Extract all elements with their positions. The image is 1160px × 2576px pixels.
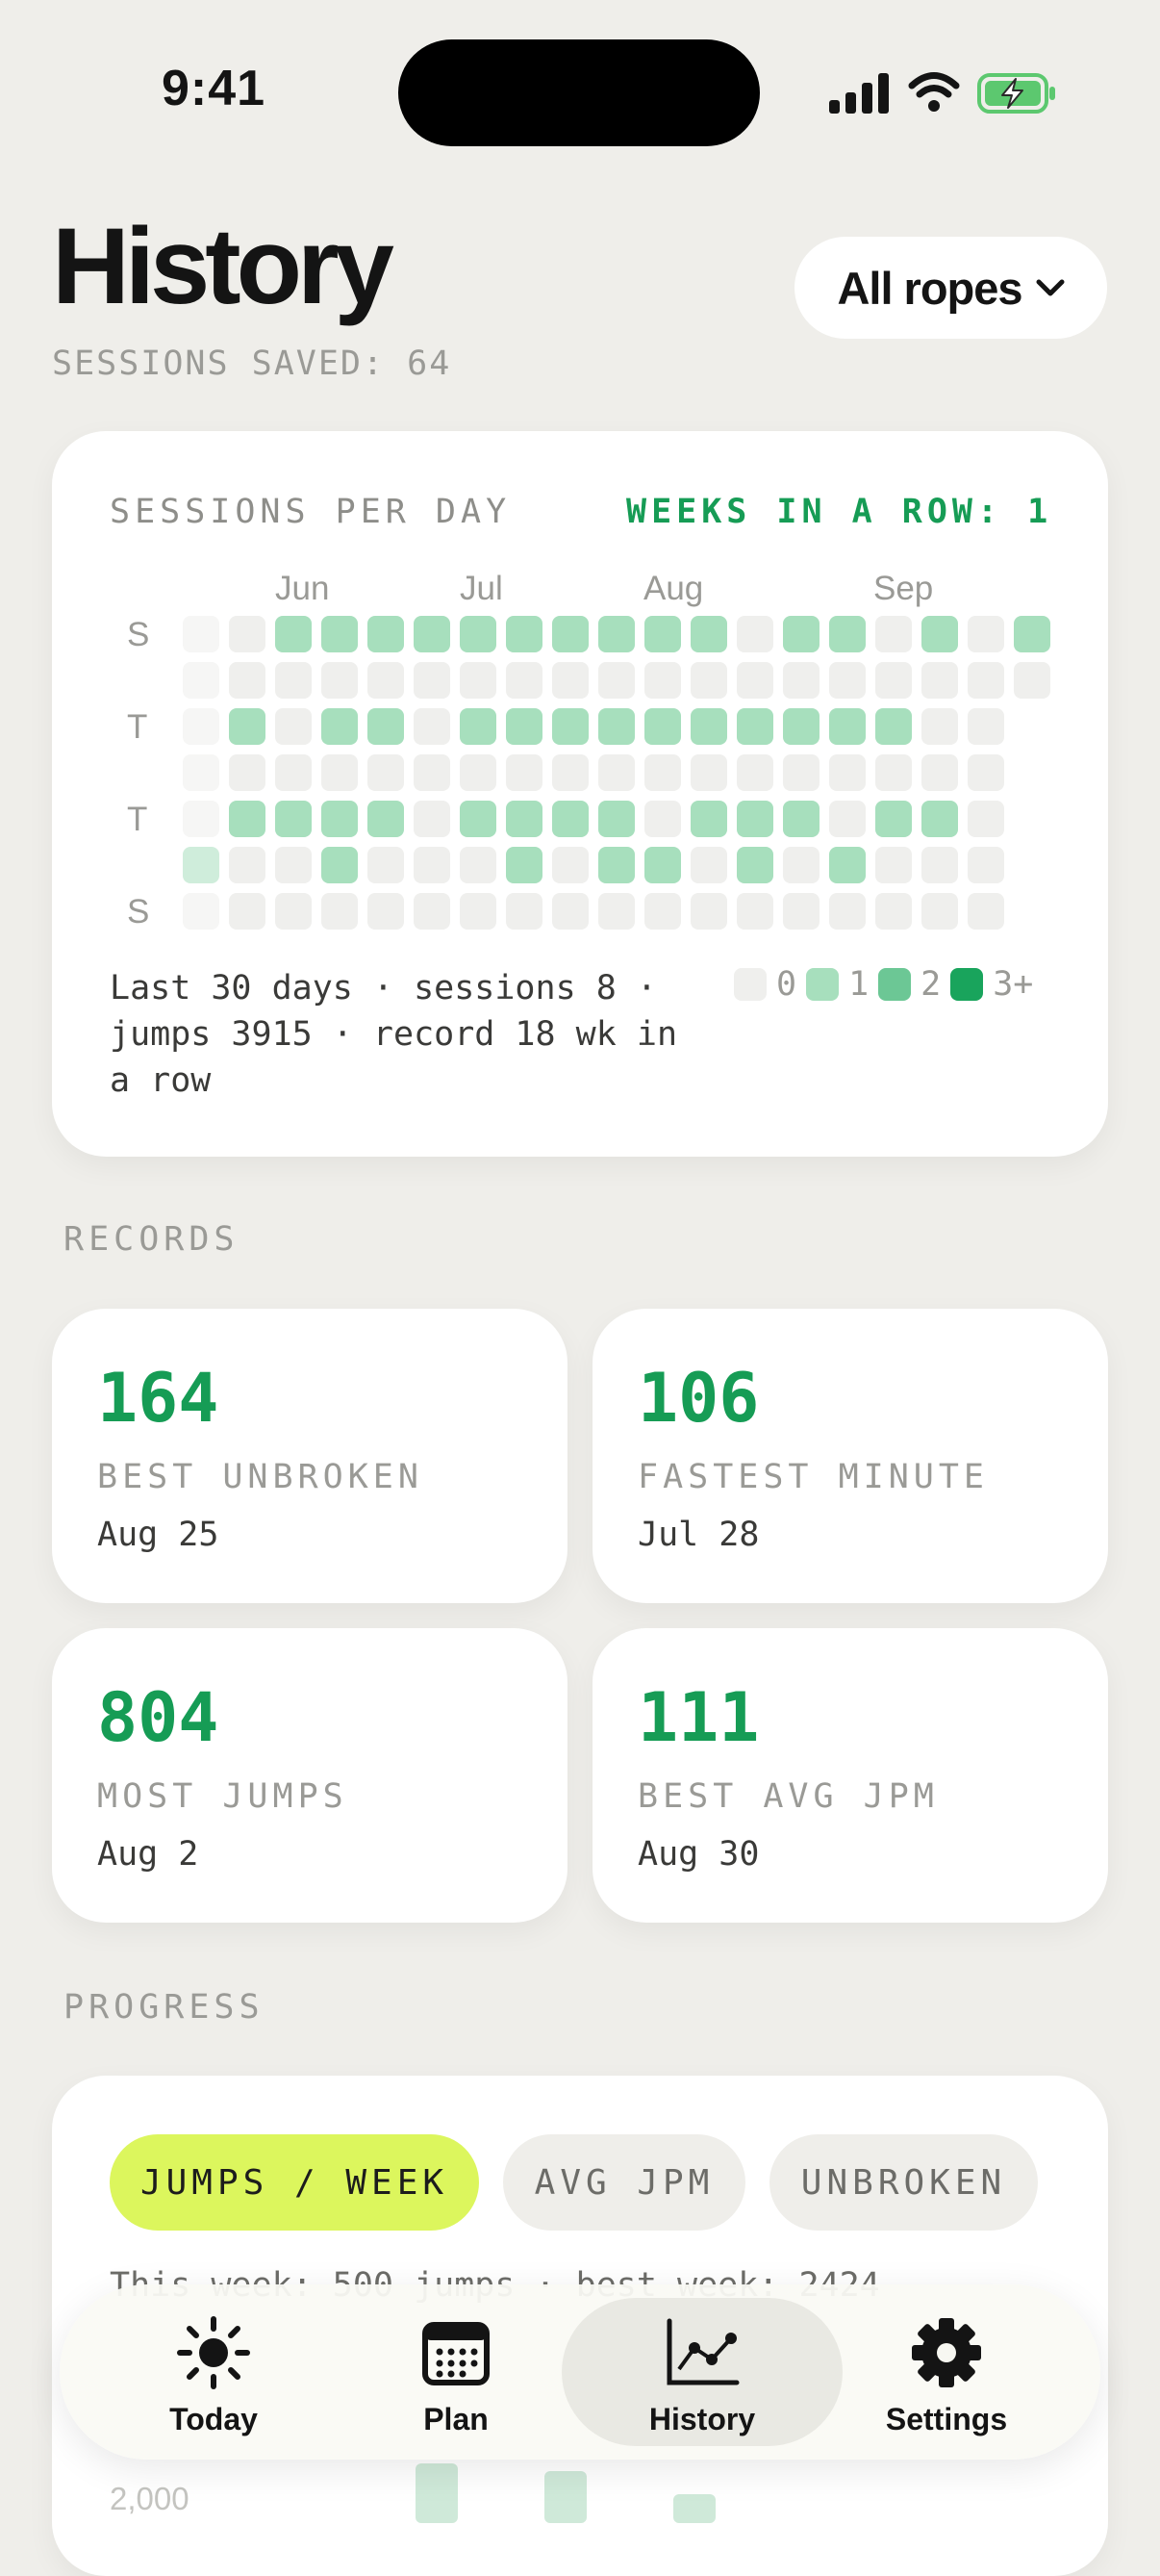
day-label: T <box>127 801 148 838</box>
day-label: T <box>127 708 148 746</box>
record-label: BEST AVG JPM <box>638 1777 939 1816</box>
legend-label: 1 <box>848 965 870 1004</box>
record-value: 164 <box>97 1359 219 1438</box>
signal-icon <box>829 73 889 114</box>
progress-section-label: PROGRESS <box>63 1988 265 2027</box>
legend-swatch <box>734 968 767 1001</box>
rope-filter-label: All ropes <box>837 262 1022 314</box>
record-label: MOST JUMPS <box>97 1777 348 1816</box>
heatmap-summary: Last 30 days · sessions 8 · jumps 3915 ·… <box>110 969 678 1100</box>
chart-bar <box>416 2463 458 2523</box>
calendar-icon <box>422 2322 490 2385</box>
tab-settings[interactable]: Settings <box>814 2298 1079 2446</box>
month-label: Sep <box>873 570 934 607</box>
streak-label: WEEKS IN A ROW: 1 <box>626 493 1053 531</box>
gear-icon <box>912 2318 981 2387</box>
dynamic-island <box>398 39 760 146</box>
tab-unbroken[interactable]: UNBROKEN <box>769 2134 1038 2231</box>
records-section-label: RECORDS <box>63 1220 240 1259</box>
sessions-saved: SESSIONS SAVED: 64 <box>52 344 452 383</box>
heatmap-title: SESSIONS PER DAY <box>110 493 512 531</box>
record-label: FASTEST MINUTE <box>638 1458 990 1496</box>
record-card-best-unbroken[interactable] <box>52 1309 567 1603</box>
heatmap-legend: 0 1 2 3+ <box>734 965 1033 1004</box>
battery-charging-icon <box>977 73 1055 114</box>
tab-label: Settings <box>885 2402 1008 2436</box>
tab-today[interactable]: Today <box>81 2298 346 2446</box>
chart-bar <box>673 2494 716 2523</box>
legend-swatch <box>806 968 840 1001</box>
legend-label: 0 <box>776 965 797 1004</box>
month-label: Jun <box>275 570 330 607</box>
month-label: Jul <box>460 570 503 607</box>
chart-bar <box>544 2471 587 2523</box>
tab-label: Plan <box>423 2402 489 2436</box>
record-date: Aug 2 <box>97 1835 199 1874</box>
wifi-icon <box>908 72 960 112</box>
rope-filter-button[interactable]: All ropes <box>794 237 1107 339</box>
record-date: Aug 30 <box>638 1835 760 1874</box>
month-label: Aug <box>643 570 704 607</box>
record-value: 804 <box>97 1678 219 1757</box>
record-card-best-avg-jpm[interactable] <box>593 1628 1108 1923</box>
tab-plan[interactable]: Plan <box>323 2298 589 2446</box>
legend-swatch <box>878 968 912 1001</box>
record-value: 106 <box>638 1359 760 1438</box>
chart-line-icon <box>667 2318 740 2385</box>
record-date: Jul 28 <box>638 1516 760 1554</box>
tab-jumps-week[interactable]: JUMPS / WEEK <box>110 2134 479 2231</box>
page-title: History <box>52 206 394 326</box>
legend-label: 2 <box>920 965 942 1004</box>
legend-label: 3+ <box>993 965 1034 1004</box>
legend-swatch <box>950 968 984 1001</box>
status-time: 9:41 <box>162 61 266 116</box>
day-label: S <box>127 616 150 653</box>
record-date: Aug 25 <box>97 1516 219 1554</box>
sun-icon <box>177 2316 250 2389</box>
record-value: 111 <box>638 1678 760 1757</box>
record-card-fastest-minute[interactable] <box>593 1309 1108 1603</box>
tab-history[interactable]: History <box>562 2298 843 2446</box>
tab-avg-jpm[interactable]: AVG JPM <box>503 2134 745 2231</box>
record-label: BEST UNBROKEN <box>97 1458 423 1496</box>
record-card-most-jumps[interactable] <box>52 1628 567 1923</box>
tab-label: History <box>648 2402 756 2436</box>
day-label: S <box>127 893 150 931</box>
tab-label: Today <box>169 2402 258 2436</box>
y-axis-tick: 2,000 <box>110 2481 189 2516</box>
chevron-down-icon <box>1036 279 1065 296</box>
